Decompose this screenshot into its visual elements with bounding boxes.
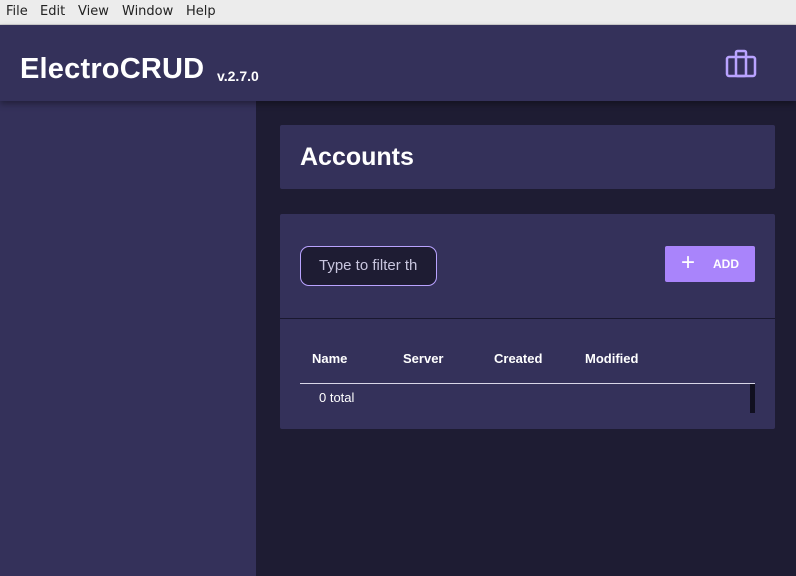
add-button-label: ADD xyxy=(713,257,739,271)
page-title: Accounts xyxy=(300,143,414,171)
filter-input[interactable]: Type to filter th xyxy=(300,246,437,286)
column-header-modified[interactable]: Modified xyxy=(585,351,638,366)
app-title: ElectroCRUD xyxy=(20,53,205,85)
plus-icon: + xyxy=(681,249,696,276)
divider xyxy=(280,318,775,319)
column-header-server[interactable]: Server xyxy=(403,351,443,366)
menu-help[interactable]: Help xyxy=(186,4,216,19)
briefcase-icon[interactable] xyxy=(722,47,760,81)
menu-file[interactable]: File xyxy=(6,4,28,19)
table-card: Type to filter th + ADD Name Server Crea… xyxy=(280,214,775,429)
menu-view[interactable]: View xyxy=(78,4,109,19)
app-version: v.2.7.0 xyxy=(217,68,259,84)
menu-edit[interactable]: Edit xyxy=(40,4,65,19)
app-bar: ElectroCRUD v.2.7.0 xyxy=(0,25,796,101)
table-header-divider xyxy=(300,383,755,384)
table-scrollbar[interactable] xyxy=(750,384,755,413)
column-header-created[interactable]: Created xyxy=(494,351,542,366)
sidebar xyxy=(0,101,256,576)
menu-window[interactable]: Window xyxy=(122,4,173,19)
menu-bar: File Edit View Window Help xyxy=(0,0,796,25)
page-header-card: Accounts xyxy=(280,125,775,189)
add-button[interactable]: + ADD xyxy=(665,246,755,282)
column-header-name[interactable]: Name xyxy=(312,351,347,366)
table-footer-total: 0 total xyxy=(319,390,355,405)
